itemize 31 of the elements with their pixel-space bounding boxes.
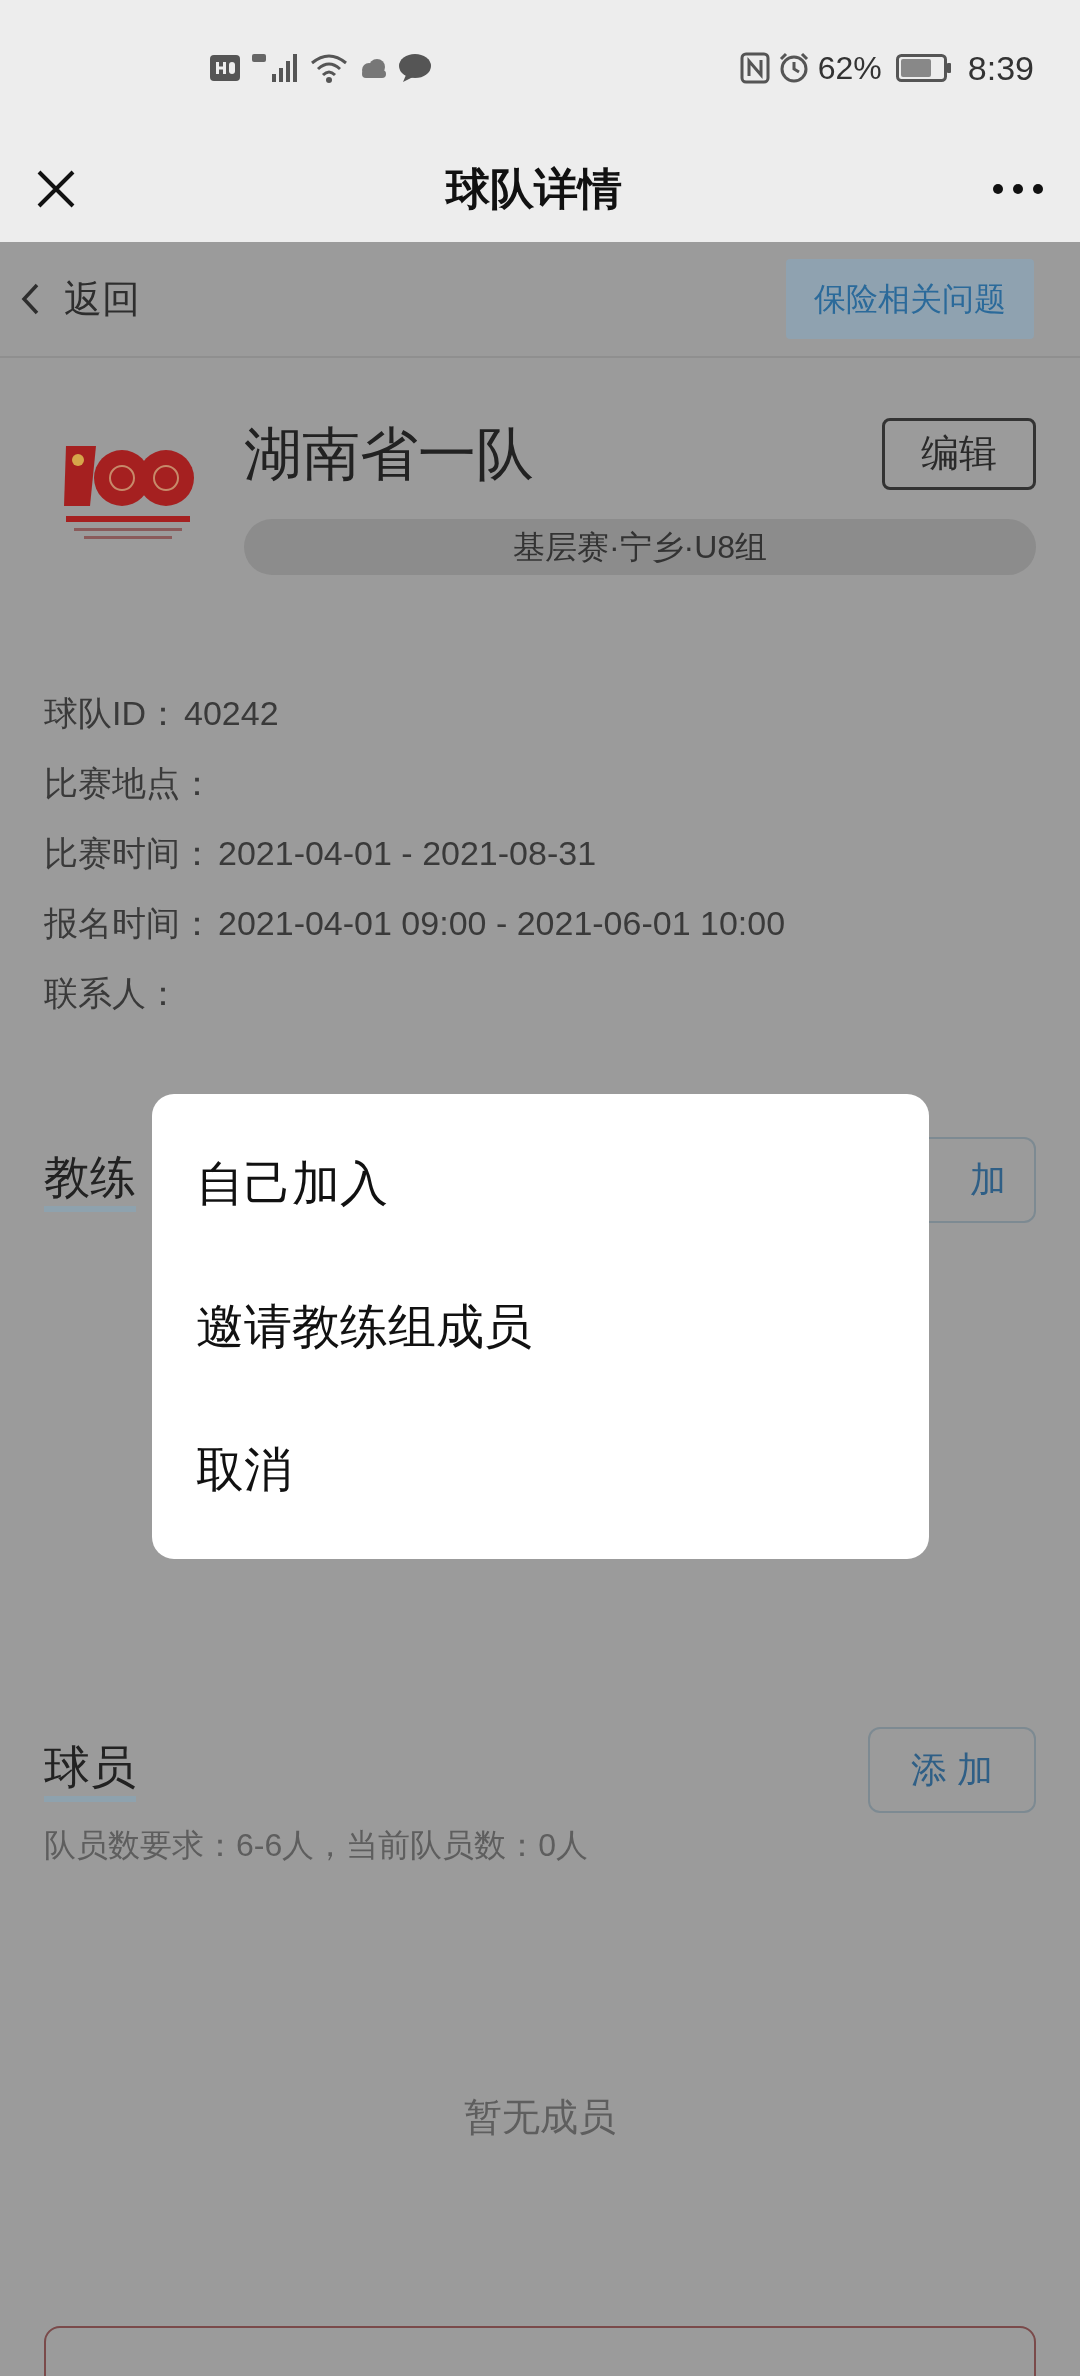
info-label: 比赛时间： (44, 832, 214, 874)
player-requirement: 队员数要求：6-6人，当前队员数：0人 (43, 1826, 590, 1865)
section-title: 教练 (44, 1148, 136, 1212)
chat-icon (398, 53, 432, 83)
back-button[interactable]: 返回 (20, 270, 140, 328)
team-name: 湖南省一队 (244, 420, 534, 488)
menu-item[interactable]: 邀请教练组成员 (152, 1255, 929, 1398)
hd-icon (210, 55, 240, 81)
battery-percent: 62% (817, 49, 882, 88)
info-label: 球队ID： (44, 692, 180, 734)
clock-time: 8:39 (967, 47, 1034, 89)
menu-item[interactable]: 取消 (152, 1398, 929, 1541)
back-icon (20, 282, 40, 316)
wifi-icon (310, 53, 348, 83)
signal-icon (250, 52, 300, 84)
page-title: 球队详情 (446, 163, 622, 215)
info-label: 联系人： (44, 972, 180, 1014)
info-label: 报名时间： (44, 902, 214, 944)
section-title: 球员 (44, 1738, 136, 1802)
info-value: 2021-04-01 - 2021-08-31 (218, 832, 597, 874)
empty-message: 暂无成员 (463, 2095, 617, 2140)
info-label: 比赛地点： (44, 762, 214, 804)
info-value: 40242 (184, 692, 279, 734)
info-value: 2021-04-01 09:00 - 2021-06-01 10:00 (218, 902, 786, 944)
battery-icon (895, 54, 952, 82)
more-icon (992, 183, 1044, 195)
close-icon (36, 169, 76, 209)
nfc-icon (739, 52, 770, 84)
alarm-icon (777, 52, 810, 84)
edit-button[interactable]: 编辑 (882, 417, 1036, 490)
group-tag: 基层赛·宁乡·U8组 (244, 519, 1036, 575)
